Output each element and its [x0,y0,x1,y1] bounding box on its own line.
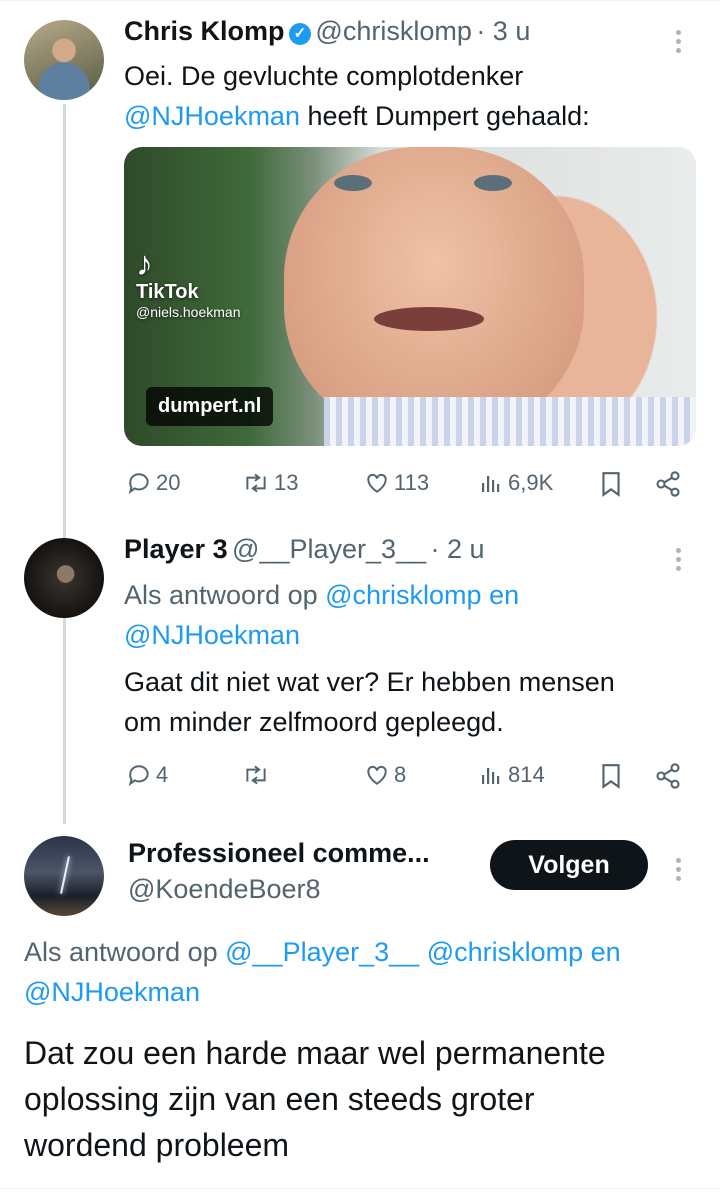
bookmark-button[interactable] [598,762,624,790]
mention-link[interactable]: @chrisklomp [427,937,583,967]
top-divider [0,0,720,1]
more-icon[interactable] [676,26,681,57]
bottom-divider [0,1188,720,1189]
tiktok-icon: ♪ [136,245,153,283]
author-handle[interactable]: @KoendeBoer8 [128,874,321,905]
tweet-time[interactable]: · 3 u [476,16,530,46]
reply-icon [128,473,149,495]
reply-button[interactable]: 4 [126,762,168,788]
tweet1-text: Oei. De gevluchte complotdenker @NJHoekm… [124,56,704,136]
share-button[interactable] [654,762,682,790]
views-icon [482,476,500,492]
tweet2-text: Gaat dit niet wat ver? Er hebben mensen … [124,667,615,737]
views-button[interactable]: 6,9K [480,470,553,496]
author-handle[interactable]: @chrisklomp [315,16,471,46]
tiktok-watermark: ♪ TikTok @niels.hoekman [136,245,241,320]
author-handle[interactable]: @__Player_3__ [232,534,426,564]
bookmark-icon [602,472,620,497]
retweet-icon [246,765,266,785]
reply-button[interactable]: 20 [126,470,180,496]
mention-link[interactable]: @NJHoekman [124,101,300,131]
follow-button[interactable]: Volgen [490,840,648,890]
tweet-media-video[interactable]: ♪ TikTok @niels.hoekman dumpert.nl [124,147,696,446]
views-button[interactable]: 814 [480,762,545,788]
reply-context: Als antwoord op @__Player_3__ @chrisklom… [24,937,621,1007]
author-name[interactable]: Player 3 [124,534,228,564]
bookmark-icon [602,764,620,789]
dumpert-badge: dumpert.nl [146,387,274,426]
author-name[interactable]: Chris Klomp [124,16,285,46]
like-button[interactable]: 113 [364,470,429,496]
tweet-text-line: Oei. De gevluchte complotdenker [124,61,524,91]
more-icon[interactable] [676,854,681,885]
bookmark-button[interactable] [598,470,624,498]
tweet-time[interactable]: · 2 u [431,534,485,564]
share-button[interactable] [654,470,682,498]
verified-icon: ✓ [288,23,311,45]
avatar-chris-klomp[interactable] [24,20,104,100]
avatar-player-3[interactable] [24,538,104,618]
author-name[interactable]: Professioneel comme... [128,838,430,869]
thread-connector-line [63,104,66,824]
mention-link[interactable]: @NJHoekman [124,620,300,650]
reply-icon [128,765,149,787]
tweet1-header: Chris Klomp ✓ @chrisklomp · 3 u [124,16,530,47]
tweet-text-line: heeft Dumpert gehaald: [299,101,590,131]
like-button[interactable]: 8 [364,762,406,788]
mention-link[interactable]: @NJHoekman [24,977,200,1007]
video-shirt [324,397,696,446]
video-face [284,147,584,437]
avatar-koende-boer[interactable] [24,836,104,916]
mention-link[interactable]: @chrisklomp [325,580,481,610]
more-icon[interactable] [676,544,681,575]
like-icon [367,765,387,785]
like-icon [367,473,387,493]
share-icon [656,763,680,789]
share-icon [656,471,680,497]
reply-context: Als antwoord op @chrisklomp en @NJHoekma… [124,580,520,650]
tweet3-text: Dat zou een harde maar wel permanente op… [24,1035,606,1163]
mention-link[interactable]: @__Player_3__ [225,937,419,967]
retweet-icon [246,473,266,493]
retweet-button[interactable] [242,762,274,788]
views-icon [482,768,500,784]
tweet2-header: Player 3 @__Player_3__ · 2 u [124,534,485,565]
retweet-button[interactable]: 13 [242,470,298,496]
